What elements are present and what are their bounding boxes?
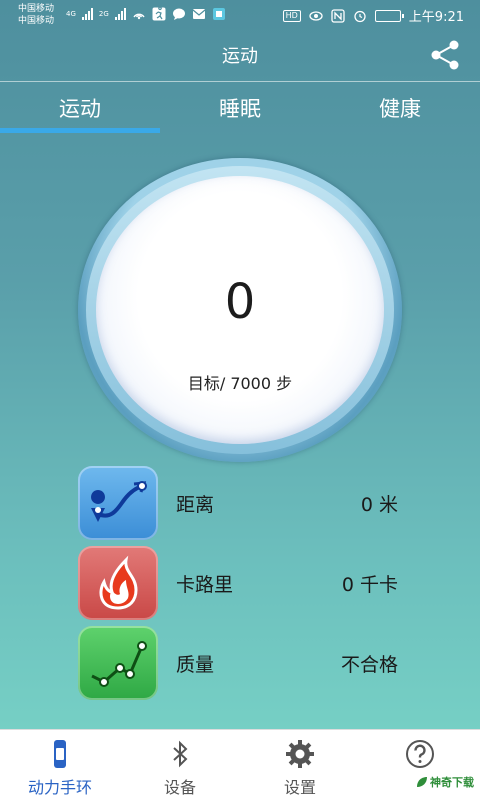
trend-chart-icon: [78, 626, 158, 700]
share-icon: [431, 40, 459, 70]
nav-help[interactable]: 神奇下载: [360, 730, 480, 800]
nav-band[interactable]: 动力手环: [0, 730, 120, 800]
distance-value: 0 米: [360, 494, 398, 516]
leaf-icon: [417, 777, 427, 787]
flame-icon: [78, 546, 158, 620]
share-button[interactable]: [428, 38, 462, 72]
stat-row-distance: 距离 0 米: [78, 466, 402, 542]
app-header: 运动: [0, 30, 480, 80]
tab-health[interactable]: 健康: [320, 82, 480, 134]
net-type-1: 4G: [66, 10, 76, 18]
step-goal: 目标/ 7000 步: [187, 374, 293, 393]
net-type-2: 2G: [98, 10, 109, 18]
tab-sport[interactable]: 运动: [0, 82, 160, 134]
quality-label: 质量: [176, 654, 215, 676]
calories-value: 0 千卡: [341, 574, 398, 596]
carrier-1: 中国移动: [18, 4, 55, 14]
hotspot-icon: [133, 13, 145, 20]
band-icon: [54, 740, 66, 768]
quality-value: 不合格: [340, 654, 398, 676]
battery-icon: [374, 9, 404, 22]
status-icons-left: 4G 2G: [66, 7, 226, 21]
bluetooth-icon: [173, 740, 188, 768]
status-icons-right: HD 上午9:21: [282, 6, 464, 25]
message-icon: [172, 8, 185, 20]
step-ring: 0 目标/ 7000 步: [78, 158, 402, 462]
nfc-icon: [331, 8, 345, 23]
tab-sleep[interactable]: 睡眠: [160, 82, 320, 134]
nav-device-label: 设备: [163, 778, 196, 797]
calories-label: 卡路里: [176, 574, 234, 596]
hd-badge: HD: [282, 9, 301, 22]
stat-row-quality: 质量 不合格: [78, 626, 402, 702]
nav-device[interactable]: 设备: [120, 730, 240, 800]
step-count: 0: [224, 274, 256, 330]
bottom-nav: 动力手环 设备 设置 神奇下载: [0, 729, 480, 800]
nav-settings-label: 设置: [283, 778, 316, 797]
runner-icon: [152, 7, 166, 21]
distance-label: 距离: [176, 494, 215, 516]
alarm-icon: [354, 10, 366, 22]
eye-icon: [309, 10, 323, 21]
watermark-text: 神奇下载: [430, 776, 474, 789]
signal-icon-2: [114, 8, 126, 20]
status-bar: 中国移动 中国移动 4G 2G HD 上午9:21: [0, 0, 480, 30]
mail-icon: [192, 9, 206, 19]
signal-icon: [81, 8, 93, 20]
step-ring-face: 0 目标/ 7000 步: [96, 176, 384, 444]
step-ring-bezel: 0 目标/ 7000 步: [86, 166, 394, 454]
nav-settings[interactable]: 设置: [240, 730, 360, 800]
stat-row-calories: 卡路里 0 千卡: [78, 546, 402, 622]
gear-icon: [286, 740, 314, 768]
tab-bar: 运动 睡眠 健康: [0, 82, 480, 134]
app-notification-icon: [212, 8, 225, 20]
status-time: 上午9:21: [408, 10, 464, 25]
page-title: 运动: [222, 46, 258, 67]
carrier-labels: 中国移动 中国移动: [18, 3, 54, 27]
nav-band-label: 动力手环: [27, 778, 92, 797]
watermark: 神奇下载: [416, 774, 474, 790]
route-icon: [78, 466, 158, 540]
carrier-2: 中国移动: [18, 16, 55, 26]
help-icon: [406, 740, 434, 768]
